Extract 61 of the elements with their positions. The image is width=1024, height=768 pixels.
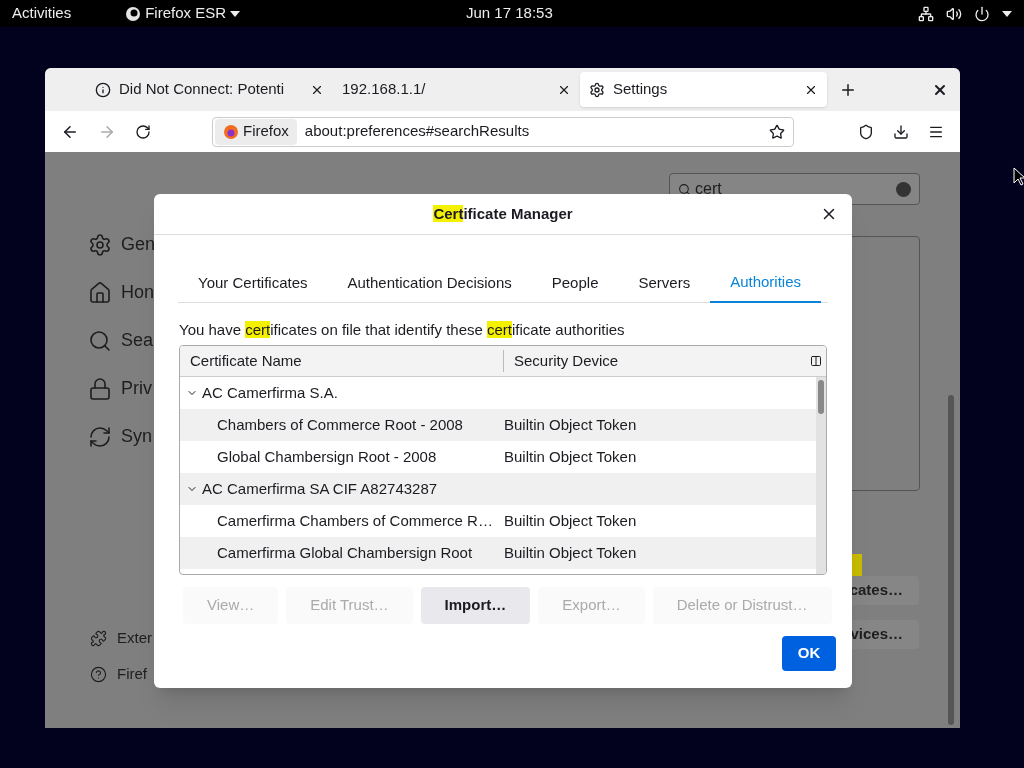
- dialog-tab[interactable]: Servers: [618, 264, 711, 303]
- lock-icon: [88, 376, 112, 401]
- tree-row[interactable]: Camerfirma Global Chambersign Root Builtin Object Token: [180, 537, 816, 569]
- identity-chip[interactable]: Firefox: [215, 118, 297, 145]
- dialog-tab[interactable]: Your Certificates: [178, 264, 328, 303]
- sidebar-footer-item[interactable]: Exter: [90, 627, 152, 649]
- action-button[interactable]: Import…: [420, 587, 531, 624]
- tree-row[interactable]: Chambers of Commerce Root - 2008 Builtin Object Token: [180, 409, 816, 441]
- star-icon[interactable]: [769, 123, 785, 140]
- mouse-pointer-icon: [1013, 167, 1024, 186]
- search-icon: [88, 328, 112, 353]
- column-header[interactable]: Certificate Name: [180, 349, 504, 373]
- tree-cell-text: AC Camerfirma S.A.: [202, 382, 338, 403]
- browser-tab[interactable]: 192.168.1.1/: [333, 72, 580, 107]
- download-icon[interactable]: [893, 123, 909, 140]
- tree-cell-text: Builtin Object Token: [504, 446, 637, 467]
- tree-cell-text: Builtin Object Token: [504, 414, 637, 435]
- puzzle-icon: [90, 629, 107, 647]
- column-picker-icon[interactable]: [810, 355, 822, 367]
- firefox-logo-icon: [125, 5, 142, 22]
- volume-icon[interactable]: [946, 5, 962, 22]
- tree-row[interactable]: AC Camerfirma SA CIF A82743287: [180, 473, 816, 505]
- url-text: about:preferences#searchResults: [304, 121, 530, 142]
- tree-cell-text: Camerfirma Chambers of Commerce R…: [216, 510, 494, 531]
- caret-icon[interactable]: [1002, 10, 1012, 17]
- network-icon[interactable]: [918, 5, 934, 22]
- sidebar-item[interactable]: Priv: [88, 376, 156, 401]
- sync-icon: [88, 424, 112, 449]
- address-bar[interactable]: Firefox about:preferences#searchResults: [212, 116, 794, 147]
- browser-tab[interactable]: Did Not Connect: Potenti: [86, 72, 333, 107]
- clock[interactable]: Jun 17 18:53: [466, 2, 553, 25]
- tree-cell-text: AC Camerfirma SA CIF A82743287: [202, 478, 438, 499]
- column-header[interactable]: Security Device: [504, 349, 810, 373]
- tree-cell-text: Camerfirma Global Chambersign Root: [216, 542, 474, 563]
- app-menu[interactable]: Firefox ESR: [125, 2, 241, 25]
- dialog-tab[interactable]: Authorities: [710, 264, 822, 303]
- help-icon: [90, 665, 107, 683]
- gear-icon: [589, 81, 605, 98]
- reload-icon[interactable]: [135, 123, 151, 140]
- power-icon[interactable]: [974, 5, 990, 22]
- gear-icon: [88, 232, 112, 257]
- sidebar-item[interactable]: Syn: [88, 424, 156, 449]
- sidebar-item[interactable]: Gen: [88, 232, 156, 257]
- description-text: You have certificates on file that identify these certificate authorities: [179, 320, 626, 339]
- dialog-tab[interactable]: Authentication Decisions: [327, 264, 532, 303]
- sidebar-item[interactable]: Sea: [88, 328, 156, 353]
- ok-button[interactable]: OK: [782, 636, 836, 671]
- sidebar-item[interactable]: Hon: [88, 280, 156, 305]
- dialog-tab[interactable]: People: [531, 264, 619, 303]
- tree-cell-text: Global Chambersign Root - 2008: [216, 446, 438, 467]
- tree-cell-text: Builtin Object Token: [504, 542, 637, 563]
- caret-icon: [230, 10, 241, 17]
- sidebar-footer-item[interactable]: Firef: [90, 663, 152, 685]
- tree-cell-text: Builtin Object Token: [504, 510, 637, 531]
- home-icon: [88, 280, 112, 305]
- firefox-logo-icon: [223, 123, 239, 140]
- activities-button[interactable]: Activities: [12, 2, 72, 25]
- info-icon: [95, 81, 111, 98]
- tree-cell-text: Chambers of Commerce Root - 2008: [216, 414, 464, 435]
- browser-tab[interactable]: Settings: [580, 72, 827, 107]
- search-icon: [678, 182, 691, 196]
